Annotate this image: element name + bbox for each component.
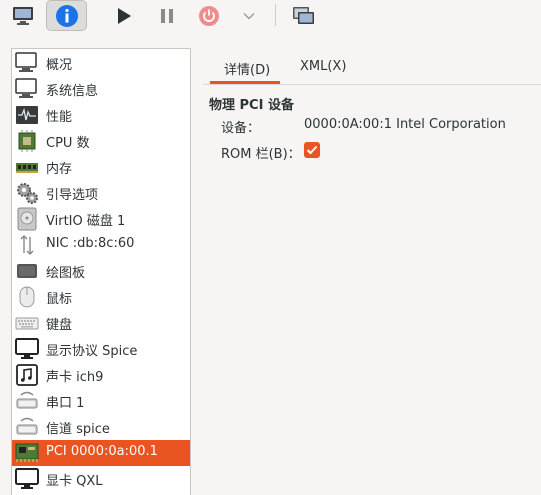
device-item-cpu[interactable]: CPU 数 — [12, 128, 190, 154]
pause-button[interactable] — [151, 0, 183, 31]
device-item-label: PCI 0000:0a:00.1 — [46, 444, 158, 459]
network-icon — [20, 235, 34, 255]
device-item-label: 引导选项 — [46, 188, 99, 203]
snapshot-icon — [293, 6, 314, 24]
memory-icon — [16, 163, 38, 173]
device-item-label: 概况 — [46, 58, 73, 73]
device-item-label: 信道 spice — [46, 422, 110, 437]
tab-details[interactable]: 详情(D) — [210, 52, 280, 84]
tab-divider — [203, 84, 541, 85]
device-item-mouse[interactable]: 鼠标 — [12, 284, 190, 310]
display-icon — [15, 468, 39, 489]
gears-icon — [17, 183, 38, 204]
shutdown-button[interactable] — [194, 0, 224, 31]
monitor-icon — [15, 78, 37, 98]
device-item-display-spice[interactable]: 显示协议 Spice — [12, 336, 190, 362]
device-item-video-qxl[interactable]: 显卡 QXL — [12, 466, 190, 492]
shutdown-menu-button[interactable] — [238, 0, 260, 31]
device-item-label: 显示协议 Spice — [46, 344, 138, 359]
serial-icon — [16, 391, 38, 409]
tablet-icon — [17, 264, 37, 278]
chevron-down-icon — [243, 12, 255, 19]
disk-icon — [17, 207, 37, 231]
device-item-boot-options[interactable]: 引导选项 — [12, 180, 190, 206]
device-item-tablet[interactable]: 绘图板 — [12, 258, 190, 284]
tab-details-label: 详情(D) — [224, 63, 271, 78]
device-item-label: 系统信息 — [46, 84, 99, 99]
device-item-performance[interactable]: 性能 — [12, 102, 190, 128]
device-item-label: NIC :db:8c:60 — [46, 236, 135, 251]
device-item-system-info[interactable]: 系统信息 — [12, 76, 190, 102]
checkmark-icon — [306, 145, 318, 155]
sound-icon — [16, 364, 38, 386]
device-item-label: 键盘 — [46, 318, 73, 333]
mouse-icon — [19, 286, 35, 308]
rom-bar-label: ROM 栏(B)： — [221, 147, 301, 162]
cpu-icon — [18, 130, 36, 152]
console-icon — [13, 6, 33, 25]
console-button[interactable] — [6, 0, 40, 31]
section-title: 物理 PCI 设备 — [209, 98, 294, 113]
monitor-icon — [15, 52, 37, 72]
device-item-label: CPU 数 — [46, 136, 90, 151]
toolbar-separator — [275, 4, 276, 26]
rom-bar-checkbox[interactable] — [304, 142, 320, 158]
toolbar — [0, 0, 541, 34]
device-item-serial[interactable]: 串口 1 — [12, 388, 190, 414]
device-item-label: 显卡 QXL — [46, 474, 103, 489]
device-item-label: 内存 — [46, 162, 73, 177]
pci-card-icon — [15, 443, 39, 462]
device-item-label: 绘图板 — [46, 266, 86, 281]
device-item-label: VirtIO 磁盘 1 — [46, 214, 126, 229]
keyboard-icon — [15, 317, 39, 330]
device-item-sound[interactable]: 声卡 ich9 — [12, 362, 190, 388]
run-button[interactable] — [108, 0, 140, 31]
device-item-overview[interactable]: 概况 — [12, 50, 190, 76]
device-item-pci[interactable]: PCI 0000:0a:00.1 — [12, 440, 190, 466]
details-button[interactable] — [46, 0, 87, 31]
device-item-nic[interactable]: NIC :db:8c:60 — [12, 232, 190, 258]
device-value: 0000:0A:00:1 Intel Corporation — [304, 117, 506, 132]
device-item-virtio-disk[interactable]: VirtIO 磁盘 1 — [12, 206, 190, 232]
device-item-label: 鼠标 — [46, 292, 73, 307]
channel-icon — [16, 417, 38, 435]
pause-icon — [161, 8, 173, 23]
device-item-label: 声卡 ich9 — [46, 370, 104, 385]
info-icon — [55, 4, 78, 27]
display-icon — [15, 338, 39, 359]
device-item-label: 性能 — [46, 110, 73, 125]
run-icon — [118, 7, 131, 24]
device-item-memory[interactable]: 内存 — [12, 154, 190, 180]
snapshot-button[interactable] — [288, 0, 320, 31]
tab-xml-label: XML(X) — [300, 59, 347, 74]
device-item-keyboard[interactable]: 键盘 — [12, 310, 190, 336]
device-list: 概况 系统信息 性能 CPU 数 内存 引导选项 VirtIO 磁盘 1 NIC… — [11, 48, 191, 495]
device-label: 设备： — [221, 121, 261, 136]
tab-xml[interactable]: XML(X) — [300, 52, 370, 84]
device-item-channel[interactable]: 信道 spice — [12, 414, 190, 440]
device-item-label: 串口 1 — [46, 396, 85, 411]
performance-icon — [16, 106, 38, 124]
power-icon — [199, 5, 219, 26]
